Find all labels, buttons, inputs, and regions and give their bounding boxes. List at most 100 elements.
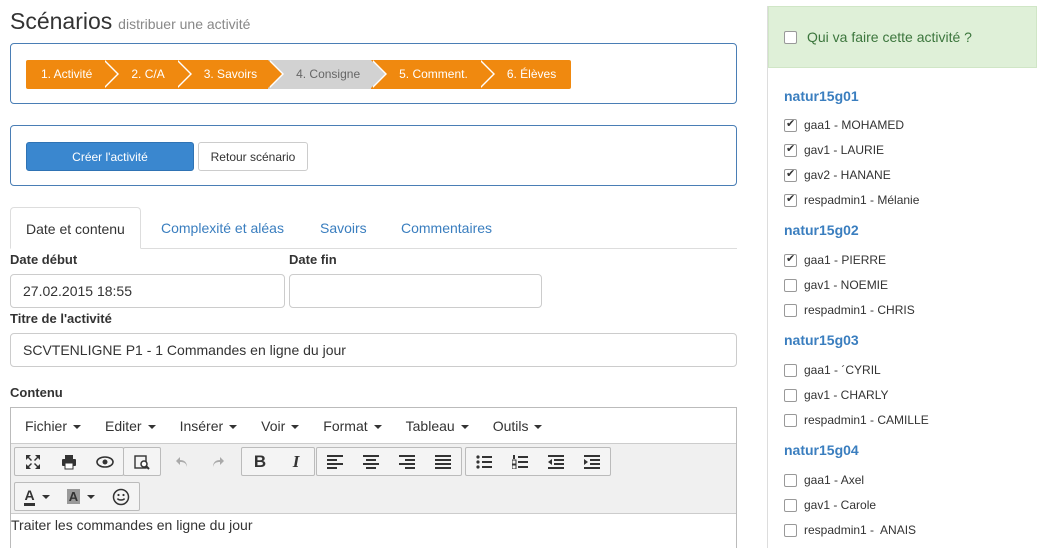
student-label: respadmin1 - ANAIS [804, 523, 917, 537]
student-checkbox[interactable] [784, 473, 797, 487]
fullscreen-icon[interactable] [15, 448, 51, 475]
group-title-natur15g01: natur15g01 [784, 88, 859, 104]
chevron-down-icon [373, 424, 382, 429]
emoticon-icon[interactable] [103, 483, 139, 510]
bg-color-glyph: A [66, 489, 81, 504]
student-row[interactable]: gaa1 - PIERRE [784, 252, 887, 267]
date-start-input[interactable]: 27.02.2015 18:55 [10, 274, 285, 308]
rich-text-editor: Fichier Editer Insérer Voir Format Table… [10, 407, 737, 548]
toolbar-group-lists [465, 447, 611, 476]
student-label: gaa1 - Axel [804, 473, 865, 487]
toolbar-group-find [123, 447, 161, 476]
student-checkbox[interactable] [784, 192, 797, 207]
student-checkbox[interactable] [784, 388, 797, 402]
tab-complexite[interactable]: Complexité et aléas [146, 207, 299, 249]
student-checkbox[interactable] [784, 498, 797, 512]
tab-savoirs[interactable]: Savoirs [305, 207, 382, 249]
align-left-icon[interactable] [317, 448, 353, 475]
bold-icon[interactable]: B [242, 448, 278, 475]
menu-voir[interactable]: Voir [249, 418, 311, 434]
align-center-icon[interactable] [353, 448, 389, 475]
student-label: gaa1 - MOHAMED [804, 118, 905, 132]
tab-commentaires[interactable]: Commentaires [386, 207, 507, 249]
create-activity-button[interactable]: Créer l'activité [26, 142, 194, 171]
student-checkbox[interactable] [784, 117, 797, 132]
toolbar-group-format: B I [241, 447, 315, 476]
chevron-down-icon [147, 424, 156, 429]
student-row[interactable]: gaa1 - ´CYRIL [784, 363, 881, 377]
date-end-input[interactable] [289, 274, 542, 308]
student-checkbox[interactable] [784, 252, 797, 267]
chevron-down-icon [73, 424, 82, 429]
bullet-list-icon[interactable] [466, 448, 502, 475]
menu-editer[interactable]: Editer [93, 418, 168, 434]
tab-date-contenu[interactable]: Date et contenu [10, 207, 141, 249]
student-row[interactable]: gav1 - NOEMIE [784, 278, 888, 292]
align-right-icon[interactable] [389, 448, 425, 475]
student-checkbox[interactable] [784, 363, 797, 377]
student-row[interactable]: gaa1 - Axel [784, 473, 864, 487]
student-row[interactable]: respadmin1 - CAMILLE [784, 413, 929, 427]
student-checkbox[interactable] [784, 303, 797, 317]
find-icon[interactable] [124, 448, 160, 475]
menu-outils[interactable]: Outils [481, 418, 555, 434]
student-checkbox[interactable] [784, 278, 797, 292]
menu-format-label: Format [323, 417, 368, 434]
menu-inserer[interactable]: Insérer [168, 418, 250, 434]
student-label: gaa1 - PIERRE [804, 253, 887, 267]
student-label: gav1 - CHARLY [804, 388, 889, 402]
title-input[interactable]: SCVTENLIGNE P1 - 1 Commandes en ligne du… [10, 333, 737, 367]
menu-format[interactable]: Format [311, 418, 393, 434]
student-row[interactable]: respadmin1 - Mélanie [784, 192, 919, 207]
student-selection-panel: Qui va faire cette activité ? natur15g01… [767, 6, 1037, 548]
student-row[interactable]: gav2 - HANANE [784, 167, 891, 182]
chevron-down-icon [229, 424, 238, 429]
title-label: Titre de l'activité [10, 311, 112, 326]
chevron-down-icon [87, 494, 96, 499]
menu-editer-label: Editer [105, 417, 142, 434]
student-row[interactable]: respadmin1 - ANAIS [784, 523, 916, 537]
student-row[interactable]: gaa1 - MOHAMED [784, 117, 905, 132]
student-checkbox[interactable] [784, 167, 797, 182]
student-label: gav1 - NOEMIE [804, 278, 889, 292]
text-color-icon[interactable]: A [15, 483, 59, 510]
align-justify-icon[interactable] [425, 448, 461, 475]
student-checkbox[interactable] [784, 523, 797, 537]
toolbar-group-history [163, 447, 237, 476]
student-row[interactable]: respadmin1 - CHRIS [784, 303, 915, 317]
background-color-icon[interactable]: A [59, 483, 103, 510]
student-label: respadmin1 - CHRIS [804, 303, 915, 317]
select-all-checkbox[interactable] [784, 30, 797, 44]
wizard-step-activite[interactable]: 1. Activité [26, 60, 120, 89]
text-color-glyph: A [24, 487, 35, 506]
tab-bar: Date et contenu Complexité et aléas Savo… [10, 207, 737, 249]
numbered-list-icon[interactable] [502, 448, 538, 475]
wizard-step-comment[interactable]: 5. Comment. [371, 60, 495, 89]
italic-icon[interactable]: I [278, 448, 314, 475]
outdent-icon[interactable] [538, 448, 574, 475]
student-checkbox[interactable] [784, 413, 797, 427]
student-checkbox[interactable] [784, 142, 797, 157]
redo-icon[interactable] [200, 448, 236, 475]
select-all-header[interactable]: Qui va faire cette activité ? [768, 6, 1037, 68]
print-icon[interactable] [51, 448, 87, 475]
student-label: respadmin1 - CAMILLE [804, 413, 929, 427]
editor-content[interactable]: Traiter les commandes en ligne du jour [11, 514, 736, 533]
student-row[interactable]: gav1 - LAURIE [784, 142, 884, 157]
date-end-label: Date fin [289, 252, 337, 267]
student-label: gav1 - Carole [804, 498, 877, 512]
page-title: Scénarios distribuer une activité [10, 8, 250, 35]
preview-icon[interactable] [87, 448, 123, 475]
menu-fichier-label: Fichier [25, 417, 68, 434]
undo-icon[interactable] [164, 448, 200, 475]
back-scenario-button[interactable]: Retour scénario [198, 142, 308, 171]
student-row[interactable]: gav1 - CHARLY [784, 388, 888, 402]
menu-tableau[interactable]: Tableau [394, 418, 481, 434]
page-title-main: Scénarios [10, 8, 113, 34]
menu-fichier[interactable]: Fichier [13, 418, 93, 434]
indent-icon[interactable] [574, 448, 610, 475]
student-row[interactable]: gav1 - Carole [784, 498, 876, 512]
select-all-label: Qui va faire cette activité ? [807, 29, 972, 45]
actions-panel: Créer l'activité Retour scénario [10, 125, 737, 186]
chevron-down-icon [41, 494, 50, 499]
